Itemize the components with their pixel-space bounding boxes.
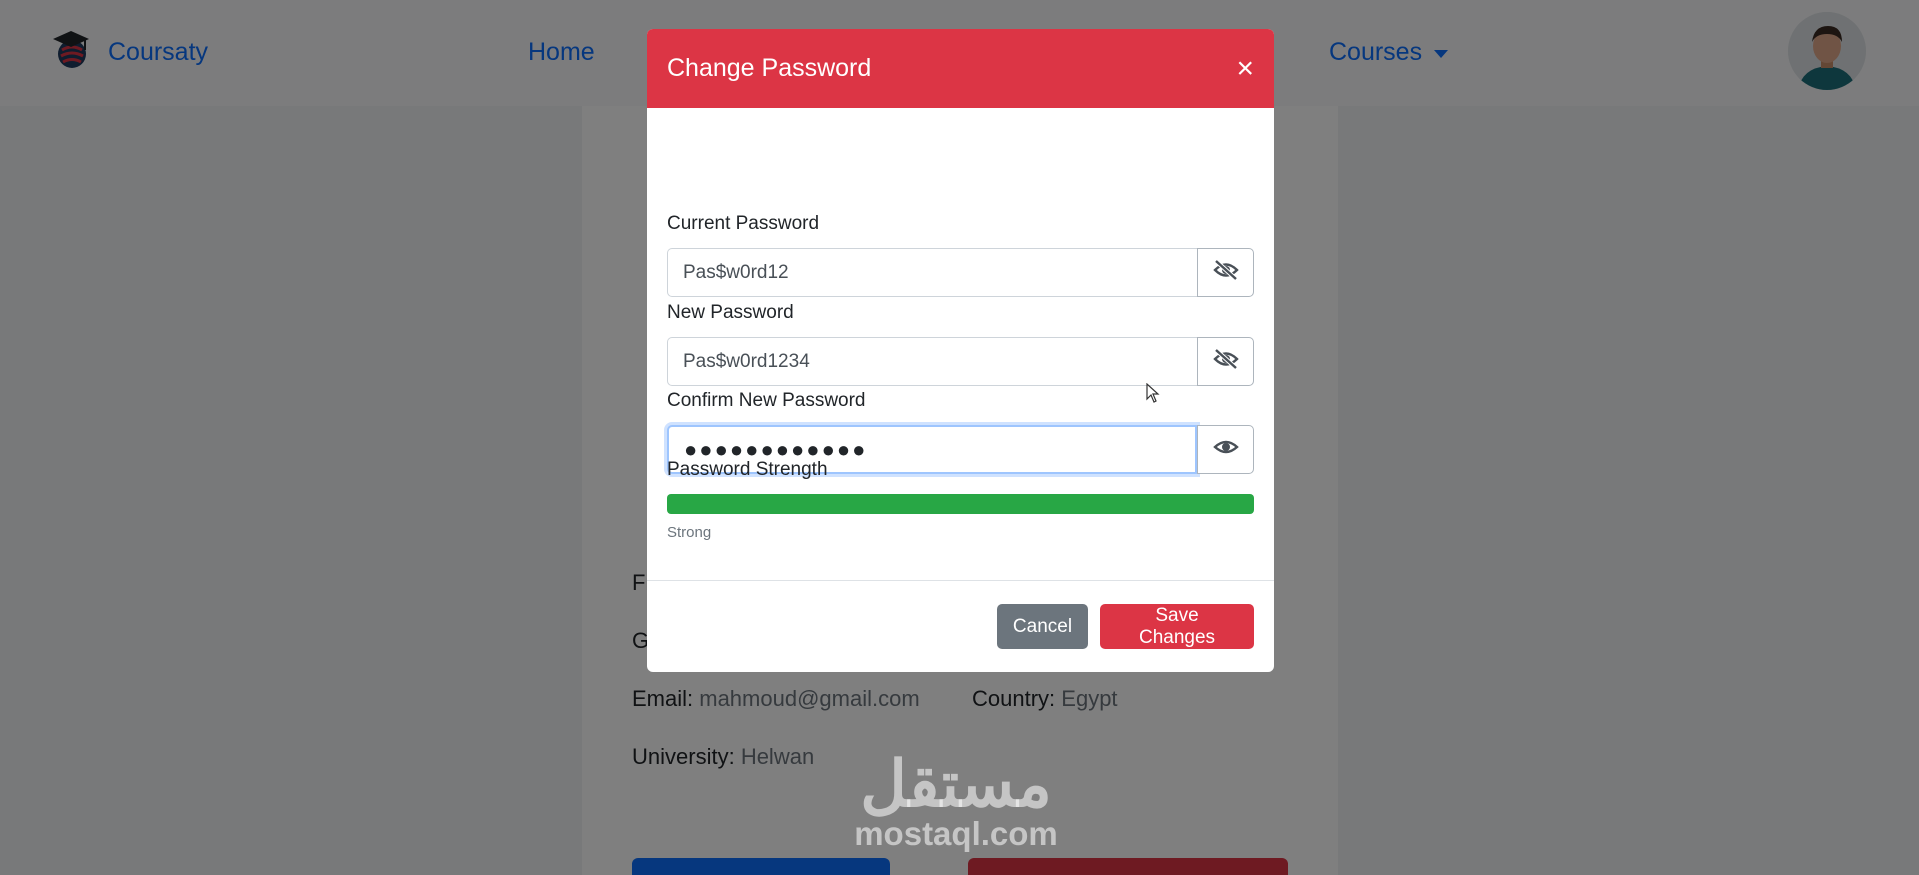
close-icon[interactable]: ×	[1236, 53, 1254, 84]
confirm-password-label: Confirm New Password	[667, 390, 866, 411]
watermark-latin: mostaql.com	[854, 815, 1058, 852]
new-password-label: New Password	[667, 302, 794, 323]
password-strength-label: Password Strength	[667, 459, 828, 480]
modal-title: Change Password	[667, 54, 872, 82]
new-password-group	[667, 337, 1254, 386]
toggle-new-visibility-button[interactable]	[1197, 337, 1254, 386]
current-password-group	[667, 248, 1254, 297]
modal-body: Current Password New Password	[647, 108, 1274, 580]
password-strength-fill	[667, 494, 1254, 514]
toggle-current-visibility-button[interactable]	[1197, 248, 1254, 297]
change-password-modal: Change Password × Current Password New P…	[647, 29, 1274, 672]
password-strength-text: Strong	[667, 524, 712, 541]
watermark-arabic: مستقل	[860, 748, 1052, 820]
eye-slash-icon	[1212, 348, 1239, 375]
toggle-confirm-visibility-button[interactable]	[1197, 425, 1254, 474]
modal-footer: Cancel Save Changes	[647, 580, 1274, 672]
modal-header: Change Password ×	[647, 29, 1274, 108]
current-password-input[interactable]	[667, 248, 1197, 297]
watermark: مستقل mostaql.com	[836, 752, 1076, 852]
eye-icon	[1212, 437, 1239, 462]
cancel-button[interactable]: Cancel	[997, 604, 1088, 649]
eye-slash-icon	[1212, 259, 1239, 286]
password-strength-bar	[667, 494, 1254, 514]
save-changes-button[interactable]: Save Changes	[1100, 604, 1254, 649]
new-password-input[interactable]	[667, 337, 1197, 386]
current-password-label: Current Password	[667, 213, 820, 234]
mouse-cursor-icon	[1146, 382, 1160, 408]
